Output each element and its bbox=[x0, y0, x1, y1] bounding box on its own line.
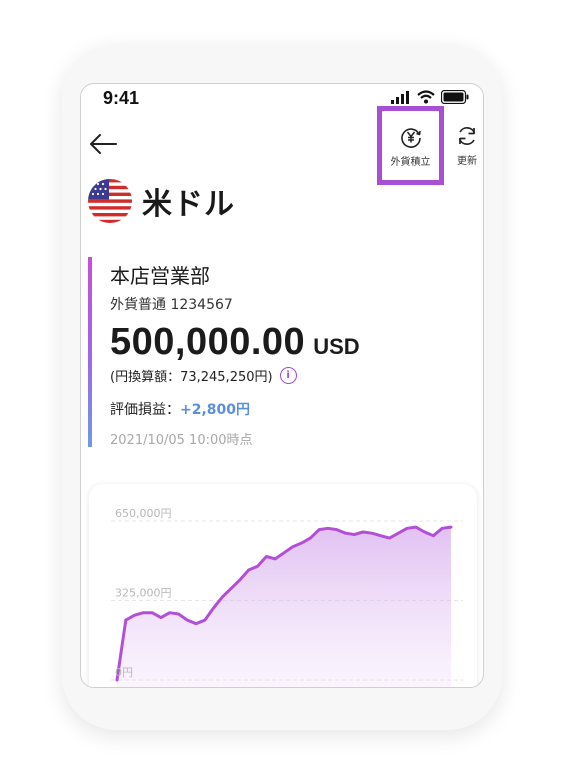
y-tick-label: 325,000円 bbox=[115, 587, 172, 600]
currency-unit: USD bbox=[313, 334, 360, 359]
foreign-savings-label: 外貨積立 bbox=[390, 157, 431, 168]
status-time: 9:41 bbox=[103, 88, 140, 108]
foreign-savings-button[interactable]: 外貨積立 bbox=[377, 106, 444, 185]
y-tick-label: 650,000円 bbox=[115, 507, 172, 520]
refresh-button[interactable]: 更新 bbox=[450, 124, 483, 170]
balance-chart-card: 650,000円 325,000円 0円 bbox=[89, 484, 477, 687]
accent-bar bbox=[88, 257, 92, 447]
us-flag-icon bbox=[88, 179, 132, 223]
profit-loss-value: +2,800円 bbox=[180, 402, 251, 418]
signal-icon bbox=[391, 91, 409, 104]
currency-name: 米ドル bbox=[142, 187, 235, 222]
jpy-equivalent-row: (円換算額：73,245,250円) i bbox=[110, 366, 297, 385]
yen-cycle-icon bbox=[400, 128, 421, 148]
arrow-left-icon bbox=[90, 134, 117, 154]
profit-loss-row: 評価損益：+2,800円 bbox=[110, 399, 250, 419]
info-icon[interactable]: i bbox=[279, 367, 297, 384]
profit-loss-label: 評価損益： bbox=[110, 402, 180, 418]
refresh-label: 更新 bbox=[457, 156, 477, 167]
branch-name: 本店営業部 bbox=[110, 264, 210, 288]
status-icons bbox=[391, 90, 469, 104]
battery-icon bbox=[441, 90, 469, 104]
wifi-icon bbox=[417, 90, 435, 104]
account-type-number: 外貨普通 1234567 bbox=[110, 297, 233, 313]
balance-row: 500,000.00 USD bbox=[110, 321, 360, 364]
jpy-equivalent: (円換算額：73,245,250円) bbox=[110, 370, 273, 385]
currency-title: 米ドル bbox=[88, 179, 235, 223]
y-tick-label: 0円 bbox=[115, 666, 133, 679]
app-screen: 9:41 外貨積立 更新 米ドル 本店営業部 外貨普通 1234567 500,… bbox=[80, 83, 484, 688]
as-of-timestamp: 2021/10/05 10:00時点 bbox=[110, 433, 253, 448]
account-summary: 本店営業部 外貨普通 1234567 500,000.00 USD (円換算額：… bbox=[88, 257, 468, 448]
refresh-icon bbox=[458, 127, 476, 145]
balance-chart: 650,000円 325,000円 0円 bbox=[111, 507, 463, 687]
back-button[interactable] bbox=[87, 130, 121, 158]
balance-amount: 500,000.00 bbox=[110, 321, 306, 363]
